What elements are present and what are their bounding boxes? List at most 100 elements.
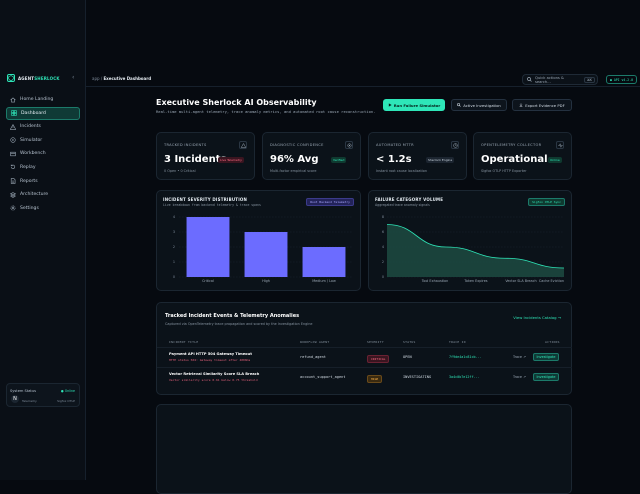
active-investigation-button[interactable]: Active Investigation <box>451 99 507 111</box>
workbench-icon <box>10 151 16 156</box>
column-header: SEVERITY <box>367 340 384 344</box>
kpi-otel-collector: OPENTELEMETRY COLLECTOR Operational Onli… <box>473 132 572 180</box>
workflow-agent: refund_agent <box>300 355 326 359</box>
gear-icon <box>10 205 16 211</box>
column-header: ACTIONS <box>545 340 560 344</box>
replay-icon <box>10 165 16 170</box>
incident-detail: HTTP status 504: Gateway timeout after 4… <box>169 358 251 362</box>
alert-icon <box>239 141 247 149</box>
view-incidents-catalog-link[interactable]: View Incidents Catalog → <box>513 315 561 320</box>
incident-detail: Vector similarity score 0.61 below 0.75 … <box>169 378 258 382</box>
sidebar-item-simulator[interactable]: Simulator <box>6 134 80 147</box>
sidebar-item-architecture[interactable]: Architecture <box>6 188 80 201</box>
play-icon <box>388 103 392 107</box>
table-row[interactable]: Vector Retrieval Similarity Score SLA Br… <box>157 367 572 387</box>
investigate-button[interactable]: Investigate <box>533 353 559 361</box>
run-failure-simulator-button[interactable]: Run Failure Simulator <box>383 99 445 111</box>
incident-title: Payment API HTTP 504 Gateway Timeout <box>169 352 252 356</box>
sidebar-item-dashboard[interactable]: Dashboard <box>6 106 80 120</box>
x-tick-label: High <box>262 279 270 283</box>
version-badge: ● API v4.2.0 <box>606 75 638 84</box>
search-icon <box>527 77 532 82</box>
export-evidence-button[interactable]: Export Evidence PDF <box>512 99 572 111</box>
status-badge: Verified <box>331 157 347 163</box>
system-status-card: System Status ● Online N Telemetry Sigfo… <box>6 383 80 407</box>
y-tick-label: 3 <box>173 230 175 234</box>
y-tick-label: 8 <box>382 215 384 219</box>
breadcrumb-current: Executive Dashboard <box>103 76 152 81</box>
sidebar-item-label: Workbench <box>20 151 46 157</box>
volume-chart-panel: FAILURE CATEGORY VOLUME Aggregated trace… <box>368 190 572 291</box>
architecture-icon <box>10 191 16 198</box>
bar <box>302 247 346 277</box>
avatar[interactable]: N <box>11 395 19 403</box>
y-tick-label: 4 <box>382 245 384 249</box>
kpi-value: < 1.2s <box>376 154 412 165</box>
kpi-value: Operational <box>481 154 548 165</box>
topbar: app / Executive Dashboard Quick actions … <box>86 72 640 87</box>
sidebar-item-label: Incidents <box>20 124 41 130</box>
brand[interactable]: AGENTSHERLOCK <box>7 74 60 82</box>
y-tick-label: 6 <box>382 230 384 234</box>
status-badge: Sherlock Engine <box>426 157 455 163</box>
x-tick-label: Token Expires <box>463 279 487 283</box>
sidebar-item-label: Architecture <box>20 192 49 198</box>
status-badge: Online <box>548 157 562 163</box>
column-header: INCIDENT TITLE <box>169 340 199 344</box>
sidebar-item-label: Home Landing <box>20 97 54 102</box>
trace-id[interactable]: 3a4c0b7e12ff... <box>449 375 480 379</box>
bar <box>186 217 230 277</box>
kpi-value: 96% Avg <box>270 154 319 165</box>
sidebar-item-settings[interactable]: Settings <box>6 202 80 215</box>
sidebar-item-reports[interactable]: Reports <box>6 175 80 188</box>
volume-area-chart: 0 2 4 6 8 Tool Exhaustion Token Expires Vector … <box>382 215 565 283</box>
trace-link[interactable]: Trace ↗ <box>513 375 526 379</box>
search-placeholder: Quick actions & search... <box>534 75 564 84</box>
download-icon <box>519 103 523 107</box>
breadcrumb-root[interactable]: app <box>92 76 100 81</box>
sidebar-item-incidents[interactable]: Incidents <box>6 120 80 133</box>
y-tick-label: 0 <box>382 275 384 279</box>
bar <box>244 232 288 277</box>
trace-id[interactable]: 7f9de4a1c81cb... <box>449 355 482 359</box>
sidebar-item-workbench[interactable]: Workbench <box>6 147 80 160</box>
sidebar: AGENTSHERLOCK ‹ Home Landing Dashboard I… <box>0 0 86 480</box>
x-tick-label: Critical <box>202 279 214 283</box>
sidebar-item-label: Replay <box>20 164 36 170</box>
sidebar-item-replay[interactable]: Replay <box>6 161 80 174</box>
severity-badge: HIGH <box>367 375 383 383</box>
next-panel <box>156 404 572 494</box>
workflow-agent: account_support_agent <box>300 375 346 379</box>
status-text: OPEN <box>403 355 412 359</box>
x-tick-label: Cache Eviction <box>539 279 564 283</box>
search-shortcut: ⌘K <box>583 76 595 83</box>
collapse-sidebar-icon[interactable]: ‹ <box>72 75 78 81</box>
kpi-automated-mttr: AUTOMATED MTTR < 1.2s Sherlock Engine In… <box>368 132 467 180</box>
sidebar-item-label: Reports <box>20 178 38 184</box>
sidebar-item-label: Dashboard <box>21 110 46 116</box>
search-input[interactable]: Quick actions & search... ⌘K <box>522 74 598 85</box>
table-subtitle: Captured via OpenTelemetry trace propaga… <box>165 322 313 326</box>
target-icon <box>345 141 353 149</box>
status-row-value: Sigfox OTLP <box>57 399 75 403</box>
brand-name: AGENTSHERLOCK <box>18 75 60 81</box>
column-header: TRACE ID <box>449 340 466 344</box>
x-tick-label: Medium / Low <box>312 279 336 283</box>
sidebar-nav: Home Landing Dashboard Incidents Simulat… <box>6 93 80 215</box>
sidebar-item-home[interactable]: Home Landing <box>6 93 80 106</box>
search-icon <box>457 103 462 107</box>
incident-title: Vector Retrieval Similarity Score SLA Br… <box>169 372 260 376</box>
shield-logo-icon <box>7 74 15 82</box>
y-tick-label: 0 <box>173 275 175 279</box>
trace-link[interactable]: Trace ↗ <box>513 355 526 359</box>
simulator-icon <box>10 137 16 143</box>
system-status-title: System Status <box>10 389 36 393</box>
table-row[interactable]: Payment API HTTP 504 Gateway Timeout HTT… <box>157 347 572 367</box>
page-title: Executive Sherlock AI Observability <box>156 98 317 107</box>
sidebar-item-label: Simulator <box>20 137 43 143</box>
alert-icon <box>10 123 16 130</box>
column-header: STATUS <box>403 340 416 344</box>
incidents-table-panel: Tracked Incident Events & Telemetry Anom… <box>156 302 572 395</box>
clock-icon <box>451 141 459 149</box>
investigate-button[interactable]: Investigate <box>533 373 559 381</box>
